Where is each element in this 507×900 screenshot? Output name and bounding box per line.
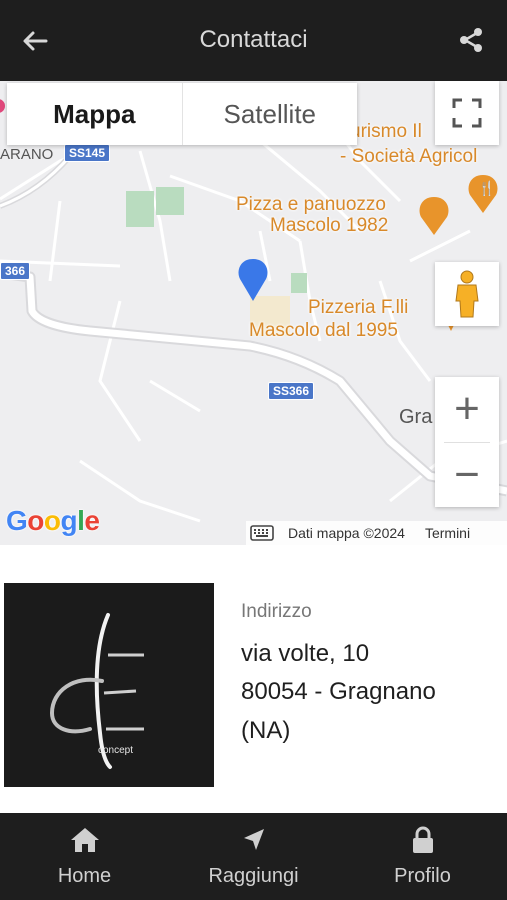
- zoom-in-button[interactable]: +: [435, 377, 499, 442]
- lock-icon: [412, 826, 433, 853]
- map-data-credit: Dati mappa ©2024: [288, 525, 405, 541]
- fullscreen-icon: [452, 98, 482, 128]
- map-label-pizza-2[interactable]: Mascolo 1982: [270, 215, 388, 236]
- google-logo: Google: [6, 505, 100, 536]
- map-view[interactable]: 🍴 urismo Il - Società Agricol Pizza e pa…: [0, 81, 507, 545]
- home-icon: [70, 828, 99, 852]
- road-shield-ss145: SS145: [64, 144, 111, 162]
- map-type-mappa[interactable]: Mappa: [7, 83, 182, 145]
- svg-text:🍴: 🍴: [478, 180, 495, 197]
- df-concept-logo: concept: [49, 613, 144, 769]
- contact-info: concept Indirizzo via volte, 10 80054 - …: [0, 545, 507, 813]
- nav-profilo[interactable]: Profilo: [338, 813, 507, 900]
- street-view-button[interactable]: [435, 262, 499, 326]
- nav-home-label: Home: [57, 865, 112, 887]
- zoom-out-button[interactable]: −: [435, 443, 499, 508]
- map-terms-link[interactable]: Termini: [425, 525, 470, 541]
- app-header: Contattaci: [0, 0, 507, 81]
- map-label-agriturismo-sub: - Società Agricol: [340, 146, 478, 167]
- address-province: (NA): [241, 717, 291, 744]
- nav-raggiungi-label: Raggiungi: [208, 865, 299, 887]
- nav-raggiungi[interactable]: Raggiungi: [169, 813, 338, 900]
- map-type-satellite[interactable]: Satellite: [181, 83, 358, 145]
- share-icon[interactable]: [457, 26, 485, 54]
- map-label-agriturismo: urismo Il: [350, 121, 422, 142]
- fullscreen-button[interactable]: [435, 81, 499, 145]
- address-street: via volte, 10: [241, 640, 370, 667]
- road-shield-ss366-left: 366: [0, 262, 31, 280]
- page-title: Contattaci: [199, 26, 308, 53]
- map-label-town-left: ARANO: [0, 146, 54, 163]
- zoom-controls: + −: [435, 377, 499, 507]
- map-label-town-right: Gra: [399, 406, 433, 428]
- map-label-pizza-1[interactable]: Pizza e panuozzo: [236, 194, 386, 215]
- bottom-navigation: Home Raggiungi Profilo: [0, 813, 507, 900]
- pegman-icon: [455, 270, 479, 318]
- map-type-toggle: Mappa Satellite: [7, 83, 357, 145]
- keyboard-icon[interactable]: [250, 525, 274, 541]
- road-shield-ss366: SS366: [268, 382, 315, 400]
- map-attribution: Dati mappa ©2024 Termini: [246, 521, 507, 545]
- company-logo: concept: [4, 583, 214, 787]
- map-label-pizzeria-2[interactable]: Mascolo dal 1995: [249, 320, 398, 341]
- address-label: Indirizzo: [241, 601, 312, 622]
- nav-home[interactable]: Home: [0, 813, 169, 900]
- logo-text: concept: [98, 745, 133, 756]
- nav-profilo-label: Profilo: [394, 865, 451, 887]
- navigation-arrow-icon: [243, 829, 264, 850]
- map-label-pizzeria-1[interactable]: Pizzeria F.lli: [308, 297, 408, 318]
- address-city: 80054 - Gragnano: [241, 678, 436, 705]
